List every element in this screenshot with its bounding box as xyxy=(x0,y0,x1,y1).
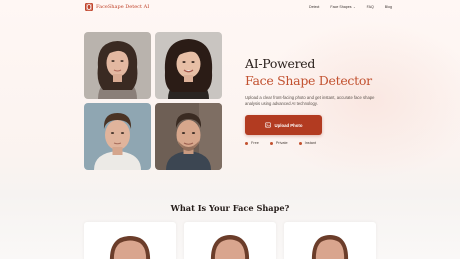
badge-free: Free xyxy=(245,141,259,145)
hero-description: Upload a clear front-facing photo and ge… xyxy=(245,95,375,106)
nav-link-faq[interactable]: FAQ xyxy=(367,5,374,9)
badge-private: Private xyxy=(269,141,288,145)
nav-links: Detect Face Shapes ⌄ FAQ Blog xyxy=(309,5,392,9)
face-illustration-icon xyxy=(210,235,250,259)
brand-name: FaceShape Detect AI xyxy=(96,4,150,10)
image-upload-icon xyxy=(264,122,271,129)
badge-instant-label: Instant xyxy=(304,141,317,145)
nav-link-face-shapes-label: Face Shapes xyxy=(330,5,352,9)
badge-free-label: Free xyxy=(251,141,259,145)
bullet-dot-icon xyxy=(269,141,273,145)
hero-title-line1: AI-Powered xyxy=(245,56,316,71)
nav-link-blog[interactable]: Blog xyxy=(385,5,392,9)
face-illustration-icon xyxy=(109,236,151,259)
chevron-down-icon: ⌄ xyxy=(353,5,356,9)
face-shape-card-3[interactable] xyxy=(284,222,376,259)
badge-instant: Instant xyxy=(298,141,317,145)
face-shape-card-2[interactable] xyxy=(184,222,276,259)
bullet-dot-icon xyxy=(298,141,302,145)
brand-logo-link[interactable]: FaceShape Detect AI xyxy=(85,3,149,11)
nav-link-detect[interactable]: Detect xyxy=(309,5,319,9)
portrait-man-1 xyxy=(84,103,151,170)
nav-link-face-shapes[interactable]: Face Shapes ⌄ xyxy=(330,5,355,9)
top-nav: FaceShape Detect AI Detect Face Shapes ⌄… xyxy=(0,0,460,15)
section-title: What Is Your Face Shape? xyxy=(170,203,290,213)
portrait-man-2 xyxy=(155,103,222,170)
hero-title-line2: Face Shape Detector xyxy=(245,73,372,88)
portrait-woman-1 xyxy=(84,32,151,99)
face-illustration-icon xyxy=(311,235,349,259)
upload-photo-label: Upload Photo xyxy=(274,122,303,128)
upload-photo-button[interactable]: Upload Photo xyxy=(245,115,322,135)
face-logo-icon xyxy=(85,3,93,11)
badge-private-label: Private xyxy=(275,141,288,145)
feature-badges: Free Private Instant xyxy=(245,141,316,145)
bullet-dot-icon xyxy=(245,141,248,145)
portrait-woman-2 xyxy=(155,32,222,99)
face-shape-card-1[interactable] xyxy=(84,222,176,259)
